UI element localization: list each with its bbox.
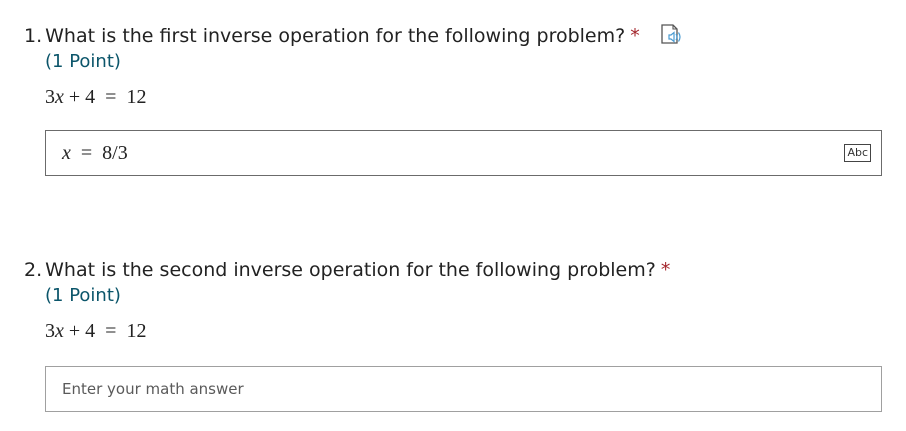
question-2-text: What is the second inverse operation for… [45,259,656,281]
equation-coefficient: 3 [45,86,55,108]
question-1-title-row: 1. What is the first inverse operation fo… [0,22,906,50]
abc-text-mode-icon[interactable]: Abc [844,144,871,162]
question-1: 1. What is the first inverse operation fo… [0,22,906,176]
question-1-number: 1. [24,25,43,47]
question-1-text: What is the first inverse operation for … [45,25,626,47]
question-2-required-mark: * [660,259,671,281]
question-1-points: (1 Point) [45,51,121,72]
question-2-answer-field[interactable] [45,366,882,412]
question-1-answer-field[interactable]: x = 8/3 Abc [45,130,882,176]
equation-rest: + 4 = 12 [63,86,147,108]
equation-rest: + 4 = 12 [63,320,147,342]
question-1-equation: 3x + 4 = 12 [0,84,906,110]
answer-variable: x [62,142,71,164]
question-1-answer-value[interactable]: x = 8/3 [62,131,128,175]
equation-variable: x [55,86,64,108]
question-2-number: 2. [24,259,43,281]
question-1-required-mark: * [630,25,640,47]
question-2-title-row: 2. What is the second inverse operation f… [0,256,906,284]
equation-variable: x [55,320,64,342]
answer-rest: = 8/3 [70,142,128,164]
question-2-math-answer-input[interactable] [46,367,881,411]
question-2: 2. What is the second inverse operation f… [0,256,906,412]
equation-coefficient: 3 [45,320,55,342]
question-2-points: (1 Point) [45,285,121,306]
question-2-equation: 3x + 4 = 12 [0,318,906,344]
speaker-read-aloud-icon[interactable] [660,23,684,45]
